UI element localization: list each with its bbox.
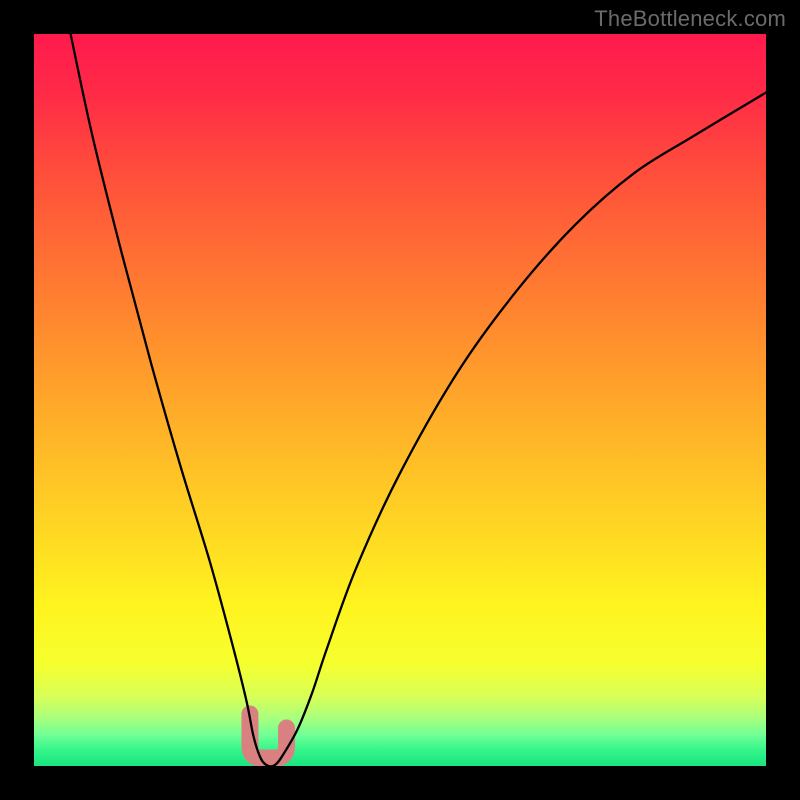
plot-svg	[34, 34, 766, 766]
gradient-background	[34, 34, 766, 766]
watermark-text: TheBottleneck.com	[594, 6, 786, 32]
plot-area	[34, 34, 766, 766]
chart-frame: TheBottleneck.com	[0, 0, 800, 800]
